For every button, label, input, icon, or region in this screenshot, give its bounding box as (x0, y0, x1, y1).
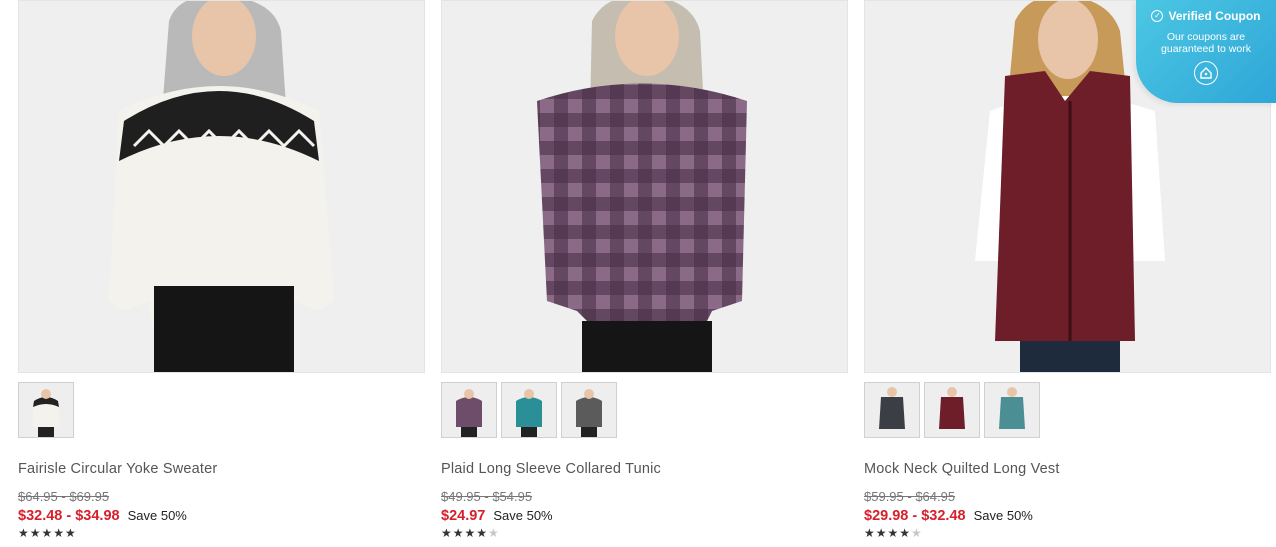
rating-stars: ★★★★★ (18, 526, 425, 540)
save-label: Save 50% (493, 508, 553, 523)
star-icon: ★★★★★ (18, 526, 77, 540)
original-price: $59.95 - $64.95 (864, 489, 956, 504)
sale-price: $32.48 - $34.98 (18, 508, 120, 524)
color-swatches (864, 382, 1271, 438)
save-label: Save 50% (127, 508, 187, 523)
original-price: $64.95 - $69.95 (18, 489, 110, 504)
check-circle-icon: ✓ (1151, 10, 1164, 22)
product-image[interactable] (441, 0, 848, 373)
product-card: Plaid Long Sleeve Collared Tunic $49.95 … (441, 0, 848, 540)
sale-price: $24.97 (441, 508, 486, 524)
product-name[interactable]: Fairisle Circular Yoke Sweater (18, 460, 425, 478)
verified-coupon-badge[interactable]: ✓ Verified Coupon Our coupons are guaran… (1136, 0, 1276, 103)
color-thumbnail[interactable] (501, 382, 557, 438)
coupon-tag-icon[interactable] (1194, 61, 1218, 85)
sale-price: $29.98 - $32.48 (864, 508, 966, 524)
star-icon: ★★★★ (864, 526, 912, 540)
rating-stars: ★★★★★ (864, 526, 1271, 540)
rating-stars: ★★★★★ (441, 526, 848, 540)
product-name[interactable]: Plaid Long Sleeve Collared Tunic (441, 460, 848, 478)
coupon-title: Verified Coupon (1168, 9, 1261, 23)
original-price: $49.95 - $54.95 (441, 489, 533, 504)
color-thumbnail[interactable] (18, 382, 74, 438)
star-half-icon: ★ (911, 526, 923, 540)
color-swatches (441, 382, 848, 438)
coupon-text-line1: Our coupons are (1166, 31, 1246, 43)
color-thumbnail[interactable] (984, 382, 1040, 438)
save-label: Save 50% (973, 508, 1033, 523)
star-icon: ★★★★ (441, 526, 489, 540)
coupon-text-line2: guaranteed to work (1161, 43, 1251, 55)
color-thumbnail[interactable] (864, 382, 920, 438)
star-empty-icon: ★ (488, 526, 500, 540)
color-thumbnail[interactable] (441, 382, 497, 438)
product-name[interactable]: Mock Neck Quilted Long Vest (864, 460, 1271, 478)
product-card: Fairisle Circular Yoke Sweater $64.95 - … (18, 0, 425, 540)
color-thumbnail[interactable] (561, 382, 617, 438)
color-swatches (18, 382, 425, 438)
product-image[interactable] (18, 0, 425, 373)
color-thumbnail[interactable] (924, 382, 980, 438)
